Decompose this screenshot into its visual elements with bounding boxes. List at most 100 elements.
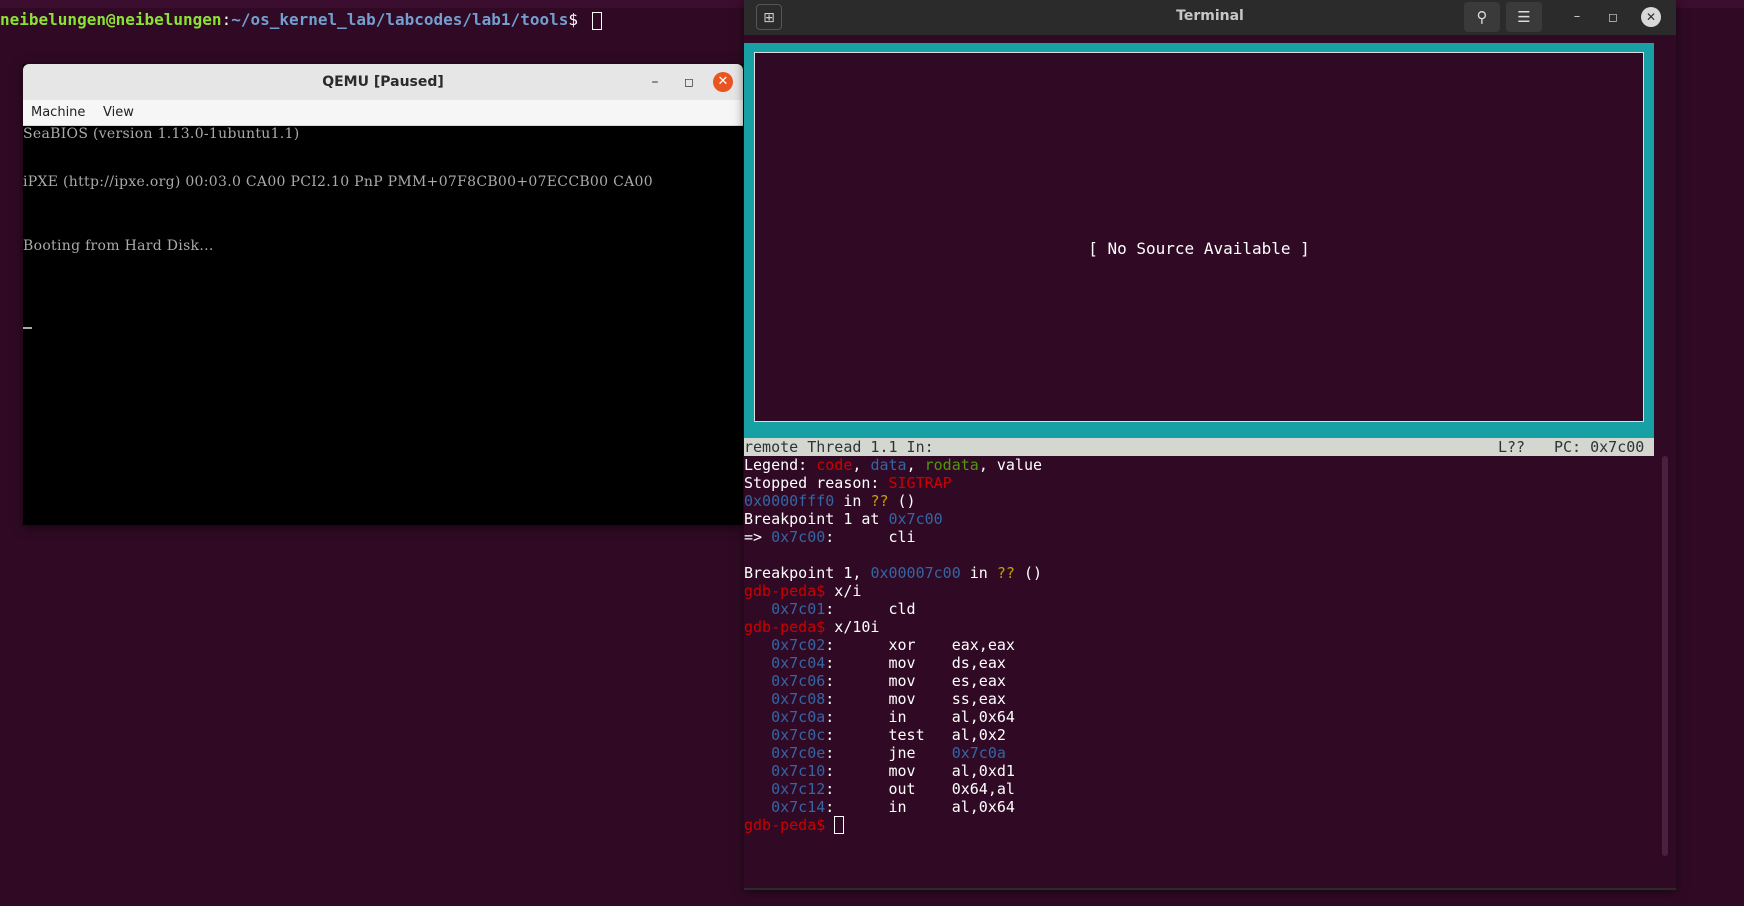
breakpoint-set-address: 0x7c00 (888, 510, 943, 528)
disasm-operands: ss,eax (951, 690, 1006, 708)
menu-machine[interactable]: Machine (31, 100, 85, 125)
disasm-operands: es,eax (951, 672, 1006, 690)
disasm-mnemonic: mov (888, 762, 916, 780)
gdb-status-bar: remote Thread 1.1 In: L?? PC: 0x7c00 (744, 438, 1654, 456)
terminal-cursor (591, 11, 602, 30)
minimize-icon[interactable]: – (1564, 4, 1590, 30)
disasm-mnemonic: in (888, 798, 907, 816)
disasm-address: 0x7c0e (771, 744, 826, 762)
disasm-address: 0x7c0c (771, 726, 826, 744)
frame-in: in (834, 492, 871, 510)
gdb-console[interactable]: Legend: code, data, rodata, value Stoppe… (744, 456, 1664, 834)
background-terminal-prompt[interactable]: neibelungen@neibelungen:~/os_kernel_lab/… (0, 8, 602, 32)
minimize-icon[interactable]: – (645, 72, 665, 92)
disasm-operands: al,0x2 (951, 726, 1006, 744)
command-text: x/i (825, 582, 862, 600)
maximize-icon[interactable]: ◻ (679, 72, 699, 92)
disasm-row: 0x7c02: xor eax,eax (771, 636, 1015, 654)
disasm-mnemonic: mov (888, 654, 916, 672)
breakpoint-hit-line: Breakpoint 1, 0x00007c00 in ?? () (744, 564, 1664, 582)
disasm-address: 0x7c04 (771, 654, 826, 672)
qemu-vm-screen[interactable]: SeaBIOS (version 1.13.0-1ubuntu1.1) iPXE… (23, 126, 743, 525)
terminal-scrollbar[interactable] (1662, 456, 1668, 856)
status-pc: PC: 0x7c00 (1554, 438, 1645, 456)
stopped-label: Stopped reason: (744, 474, 889, 492)
current-instruction-line: => 0x7c00: cli (744, 528, 1664, 546)
bios-line-booting: Booting from Hard Disk... (23, 238, 214, 254)
terminal-window[interactable]: ⊞ Terminal ⚲ ☰ – ◻ ✕ [ No Source Availab… (744, 0, 1676, 890)
close-icon[interactable]: ✕ (713, 72, 733, 92)
disasm-row: 0x7c0c: test al,0x2 (771, 726, 1006, 744)
disasm-address: 0x7c14 (771, 798, 826, 816)
disasm-mnemonic: mov (888, 672, 916, 690)
qemu-menubar: Machine View (23, 100, 743, 126)
disasm-mnemonic: test (888, 726, 925, 744)
disasm-block: 0x7c02: xor eax,eax 0x7c04: mov ds,eax 0… (744, 636, 1664, 816)
prompt-user-host: neibelungen@neibelungen (0, 10, 222, 29)
disasm-address: 0x7c12 (771, 780, 826, 798)
prompt-path: ~/os_kernel_lab/labcodes/lab1/tools (231, 10, 569, 29)
disasm-operands: 0x7c0a (951, 744, 1006, 762)
maximize-icon[interactable]: ◻ (1600, 4, 1626, 30)
disasm-mnemonic: in (888, 708, 907, 726)
input-prompt-line[interactable]: gdb-peda$ (744, 816, 1664, 834)
frame-line: 0x0000fff0 in ?? () (744, 492, 1664, 510)
vm-text-cursor (23, 327, 32, 329)
disasm-mnemonic: mov (888, 690, 916, 708)
frame-address: 0x0000fff0 (744, 492, 835, 510)
frame-args: () (888, 492, 916, 510)
disasm-row: 0x7c06: mov es,eax (771, 672, 1006, 690)
disasm-row: 0x7c08: mov ss,eax (771, 690, 1006, 708)
close-icon[interactable]: ✕ (1641, 7, 1661, 27)
gdb-source-pane-frame: [ No Source Available ] (744, 43, 1654, 438)
disasm-address: 0x7c02 (771, 636, 826, 654)
current-arrow: => (744, 528, 772, 546)
terminal-cursor (834, 816, 845, 834)
disasm-mnemonic: out (888, 780, 916, 798)
terminal-titlebar[interactable]: ⊞ Terminal ⚲ ☰ – ◻ ✕ (744, 0, 1676, 35)
status-line: L?? (1498, 438, 1526, 456)
breakpoint-hit-label: Breakpoint 1, (744, 564, 871, 582)
gdb-prompt: gdb-peda$ (744, 618, 826, 636)
disasm-mnemonic: cld (888, 600, 916, 618)
legend-rodata: rodata (924, 456, 979, 474)
disasm-row: 0x7c14: in al,0x64 (771, 798, 1015, 816)
disasm-operands: al,0xd1 (951, 762, 1015, 780)
legend-value: value (996, 456, 1043, 474)
legend-data: data (870, 456, 907, 474)
qemu-titlebar[interactable]: QEMU [Paused] – ◻ ✕ (23, 64, 743, 100)
command-line-xi: gdb-peda$ x/i (744, 582, 1664, 600)
command-text: x/10i (825, 618, 880, 636)
prompt-symbol: $ (568, 10, 588, 29)
disasm-address: 0x7c06 (771, 672, 826, 690)
disasm-address: 0x7c10 (771, 762, 826, 780)
gdb-source-pane: [ No Source Available ] (754, 52, 1644, 422)
disasm-operands: 0x64,al (951, 780, 1015, 798)
disasm-address: 0x7c08 (771, 690, 826, 708)
command-line-x10i: gdb-peda$ x/10i (744, 618, 1664, 636)
qemu-window-title: QEMU [Paused] (322, 74, 444, 90)
disasm-row: 0x7c12: out 0x64,al (771, 780, 1015, 798)
breakpoint-hit-function: ?? (996, 564, 1015, 582)
stopped-reason: SIGTRAP (888, 474, 952, 492)
bios-line-ipxe: iPXE (http://ipxe.org) 00:03.0 CA00 PCI2… (23, 174, 653, 190)
frame-function: ?? (870, 492, 889, 510)
breakpoint-hit-in: in (960, 564, 997, 582)
disasm-operands: al,0x64 (951, 708, 1015, 726)
disasm-mnemonic: xor (888, 636, 916, 654)
disasm-address: 0x7c0a (771, 708, 826, 726)
menu-view[interactable]: View (103, 100, 134, 125)
stopped-reason-line: Stopped reason: SIGTRAP (744, 474, 1664, 492)
prompt-separator: : (221, 10, 232, 29)
breakpoint-set-line: Breakpoint 1 at 0x7c00 (744, 510, 1664, 528)
legend-line: Legend: code, data, rodata, value (744, 456, 1043, 474)
disasm-mnemonic: jne (888, 744, 916, 762)
qemu-window[interactable]: QEMU [Paused] – ◻ ✕ Machine View SeaBIOS… (23, 64, 743, 525)
hamburger-menu-icon[interactable]: ☰ (1506, 2, 1542, 32)
disasm-operands: eax,eax (951, 636, 1015, 654)
disasm-address: 0x7c01 (771, 600, 826, 618)
disasm-row: 0x7c0e: jne 0x7c0a (771, 744, 1006, 762)
disasm-operands: al,0x64 (951, 798, 1015, 816)
search-icon[interactable]: ⚲ (1464, 2, 1500, 32)
